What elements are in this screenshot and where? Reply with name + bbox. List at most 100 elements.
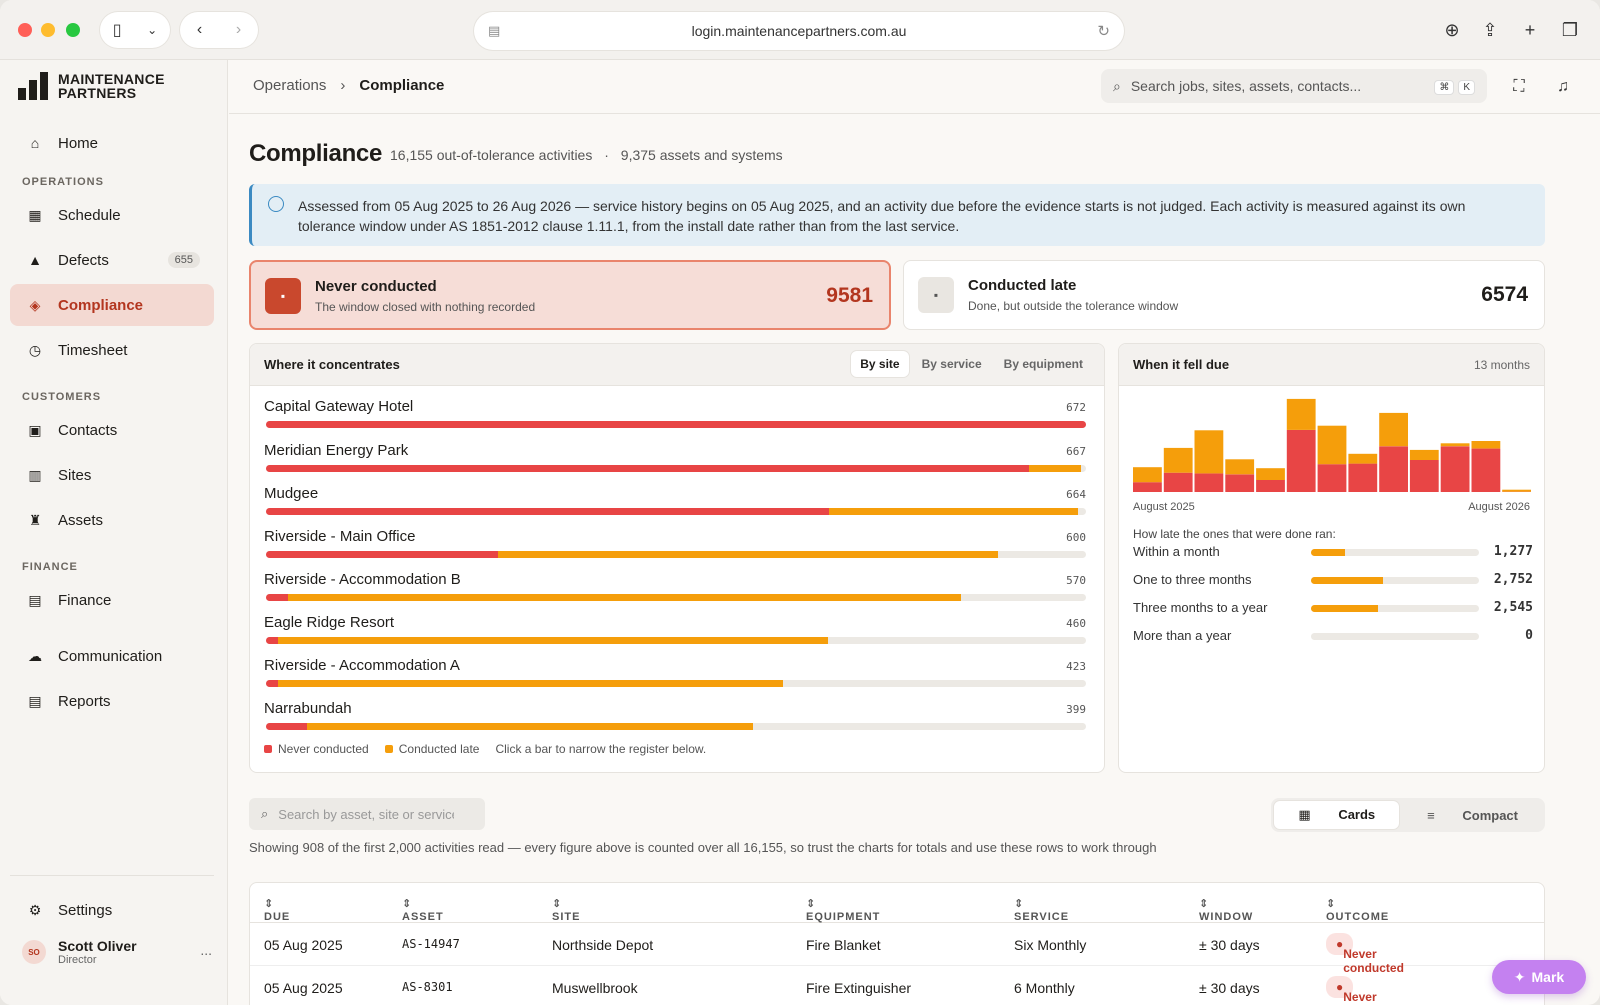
kpi-never-conducted[interactable]: ▪ Never conducted The window closed with… <box>249 260 891 330</box>
bar-conducted-late[interactable] <box>307 723 754 730</box>
sidebar-item-settings[interactable]: ⚙ Settings <box>10 889 214 931</box>
bar-never-conducted[interactable] <box>266 594 289 601</box>
site-bar-row[interactable]: Riverside - Accommodation B 570 <box>264 571 1086 611</box>
bar-never-conducted[interactable] <box>266 680 279 687</box>
address-bar[interactable]: ▤ login.maintenancepartners.com.au ↻ <box>474 12 1124 50</box>
new-tab-icon[interactable]: + <box>1516 16 1544 44</box>
more-icon[interactable]: ... <box>200 942 212 958</box>
site-bar-row[interactable]: Mudgee 664 <box>264 485 1086 525</box>
col-due[interactable]: DUE ⇕ <box>264 897 289 923</box>
col-equipment[interactable]: EQUIPMENT ⇕ <box>806 897 879 923</box>
table-row[interactable]: 05 Aug 2025 AS-14947 Northside Depot Fir… <box>250 923 1544 975</box>
bar-conducted-late[interactable] <box>1133 467 1162 483</box>
mark-button[interactable]: ✦ Mark <box>1492 960 1586 994</box>
site-bar-row[interactable]: Eagle Ridge Resort 460 <box>264 614 1086 654</box>
bell-icon[interactable]: ♫ <box>1549 73 1577 101</box>
site-bar-row[interactable]: Capital Gateway Hotel 672 <box>264 398 1086 438</box>
sidebar-item-schedule[interactable]: ▦ Schedule <box>10 194 214 236</box>
site-bar-row[interactable]: Meridian Energy Park 667 <box>264 442 1086 482</box>
bar-conducted-late[interactable] <box>1348 453 1378 464</box>
bar-conducted-late[interactable] <box>828 508 1078 515</box>
site-bar-row[interactable]: Riverside - Main Office 600 <box>264 528 1086 568</box>
bar-never-conducted[interactable] <box>1379 446 1408 492</box>
bar-conducted-late[interactable] <box>288 594 962 601</box>
bar-never-conducted[interactable] <box>1286 429 1316 492</box>
bar-never-conducted[interactable] <box>1194 473 1224 492</box>
bar-conducted-late[interactable] <box>1440 443 1470 447</box>
bar-never-conducted[interactable] <box>266 551 499 558</box>
sidebar-item-assets[interactable]: ♜ Assets <box>10 499 214 541</box>
close-window-button[interactable] <box>18 23 32 37</box>
col-window[interactable]: WINDOW ⇕ <box>1199 897 1252 923</box>
col-asset[interactable]: ASSET ⇕ <box>402 897 443 923</box>
bar-conducted-late[interactable] <box>1028 465 1082 472</box>
bar-never-conducted[interactable] <box>1440 446 1470 492</box>
view-cards-button[interactable]: ▦ Cards <box>1274 801 1400 829</box>
page-settings-icon[interactable]: ▤ <box>488 23 500 39</box>
bar-never-conducted[interactable] <box>266 508 829 515</box>
bar-conducted-late[interactable] <box>1194 430 1224 474</box>
download-icon[interactable]: ⊕ <box>1438 16 1466 44</box>
history-nav[interactable]: ‹ › <box>180 12 258 48</box>
bar-never-conducted[interactable] <box>1133 482 1162 492</box>
bar-conducted-late[interactable] <box>1379 412 1408 447</box>
col-outcome[interactable]: OUTCOME ⇕ <box>1326 897 1388 923</box>
col-site[interactable]: SITE ⇕ <box>552 897 579 923</box>
bar-conducted-late[interactable] <box>1409 449 1439 460</box>
user-menu[interactable]: SO Scott Oliver Director ... <box>22 938 212 966</box>
bar-conducted-late[interactable] <box>278 680 783 687</box>
sidebar-item-sites[interactable]: ▥ Sites <box>10 454 214 496</box>
sidebar-item-contacts[interactable]: ▣ Contacts <box>10 409 214 451</box>
maximize-window-button[interactable] <box>66 23 80 37</box>
tab-overview-icon[interactable]: ❐ <box>1556 16 1584 44</box>
sidebar-item-home[interactable]: ⌂ Home <box>10 122 214 164</box>
bar-conducted-late[interactable] <box>498 551 999 558</box>
sidebar-item-communication[interactable]: ☁ Communication <box>10 635 214 677</box>
bar-conducted-late[interactable] <box>1317 425 1347 465</box>
bar-never-conducted[interactable] <box>1409 460 1439 492</box>
breadcrumb-operations[interactable]: Operations <box>253 77 326 94</box>
forward-icon[interactable]: › <box>236 21 241 39</box>
register-search-input[interactable]: ⌕ Search by asset, site or service <box>249 798 485 830</box>
bar-never-conducted[interactable] <box>1317 464 1347 492</box>
bar-conducted-late[interactable] <box>1225 459 1255 475</box>
bar-never-conducted[interactable] <box>266 421 1086 428</box>
fullscreen-icon[interactable]: ⛶ <box>1505 73 1533 101</box>
share-icon[interactable]: ⇪ <box>1476 16 1504 44</box>
bar-conducted-late[interactable] <box>278 637 828 644</box>
bar-conducted-late[interactable] <box>1286 398 1316 430</box>
user-role: Director <box>58 954 97 966</box>
site-bar-row[interactable]: Narrabundah 399 <box>264 700 1086 740</box>
col-service[interactable]: SERVICE ⇕ <box>1014 897 1068 923</box>
back-icon[interactable]: ‹ <box>197 21 202 39</box>
bar-conducted-late[interactable] <box>1471 441 1501 449</box>
bar-never-conducted[interactable] <box>1225 474 1255 492</box>
bar-conducted-late[interactable] <box>1502 489 1531 492</box>
bar-conducted-late[interactable] <box>1256 468 1285 480</box>
sidebar-item-timesheet[interactable]: ◷ Timesheet <box>10 329 214 371</box>
tab-by-site[interactable]: By site <box>851 351 909 377</box>
tab-by-equipment[interactable]: By equipment <box>995 351 1092 377</box>
bar-never-conducted[interactable] <box>266 637 279 644</box>
view-compact-button[interactable]: ≡ Compact <box>1403 802 1542 829</box>
bar-never-conducted[interactable] <box>1163 472 1193 492</box>
sidebar-item-reports[interactable]: ▤ Reports <box>10 680 214 722</box>
sidebar-toggle-button[interactable]: ▯ ⌄ <box>100 12 170 48</box>
bar-never-conducted[interactable] <box>1348 463 1378 492</box>
bar-never-conducted[interactable] <box>266 465 1029 472</box>
global-search-input[interactable]: ⌕ Search jobs, sites, assets, contacts..… <box>1101 69 1487 103</box>
table-row[interactable]: 05 Aug 2025 AS-8301 Muswellbrook Fire Ex… <box>250 966 1544 1005</box>
sidebar-item-finance[interactable]: ▤ Finance <box>10 579 214 621</box>
tab-by-service[interactable]: By service <box>913 351 991 377</box>
brand-logo[interactable]: MAINTENANCE PARTNERS <box>18 72 165 100</box>
sidebar-item-compliance[interactable]: ◈ Compliance <box>10 284 214 326</box>
bar-never-conducted[interactable] <box>1256 479 1285 492</box>
bar-conducted-late[interactable] <box>1163 447 1193 473</box>
reload-icon[interactable]: ↻ <box>1097 22 1110 40</box>
sidebar-item-defects[interactable]: ▲ Defects 655 <box>10 239 214 281</box>
site-bar-row[interactable]: Riverside - Accommodation A 423 <box>264 657 1086 697</box>
bar-never-conducted[interactable] <box>266 723 307 730</box>
bar-never-conducted[interactable] <box>1471 448 1501 492</box>
kpi-conducted-late[interactable]: ▪ Conducted late Done, but outside the t… <box>903 260 1545 330</box>
minimize-window-button[interactable] <box>41 23 55 37</box>
